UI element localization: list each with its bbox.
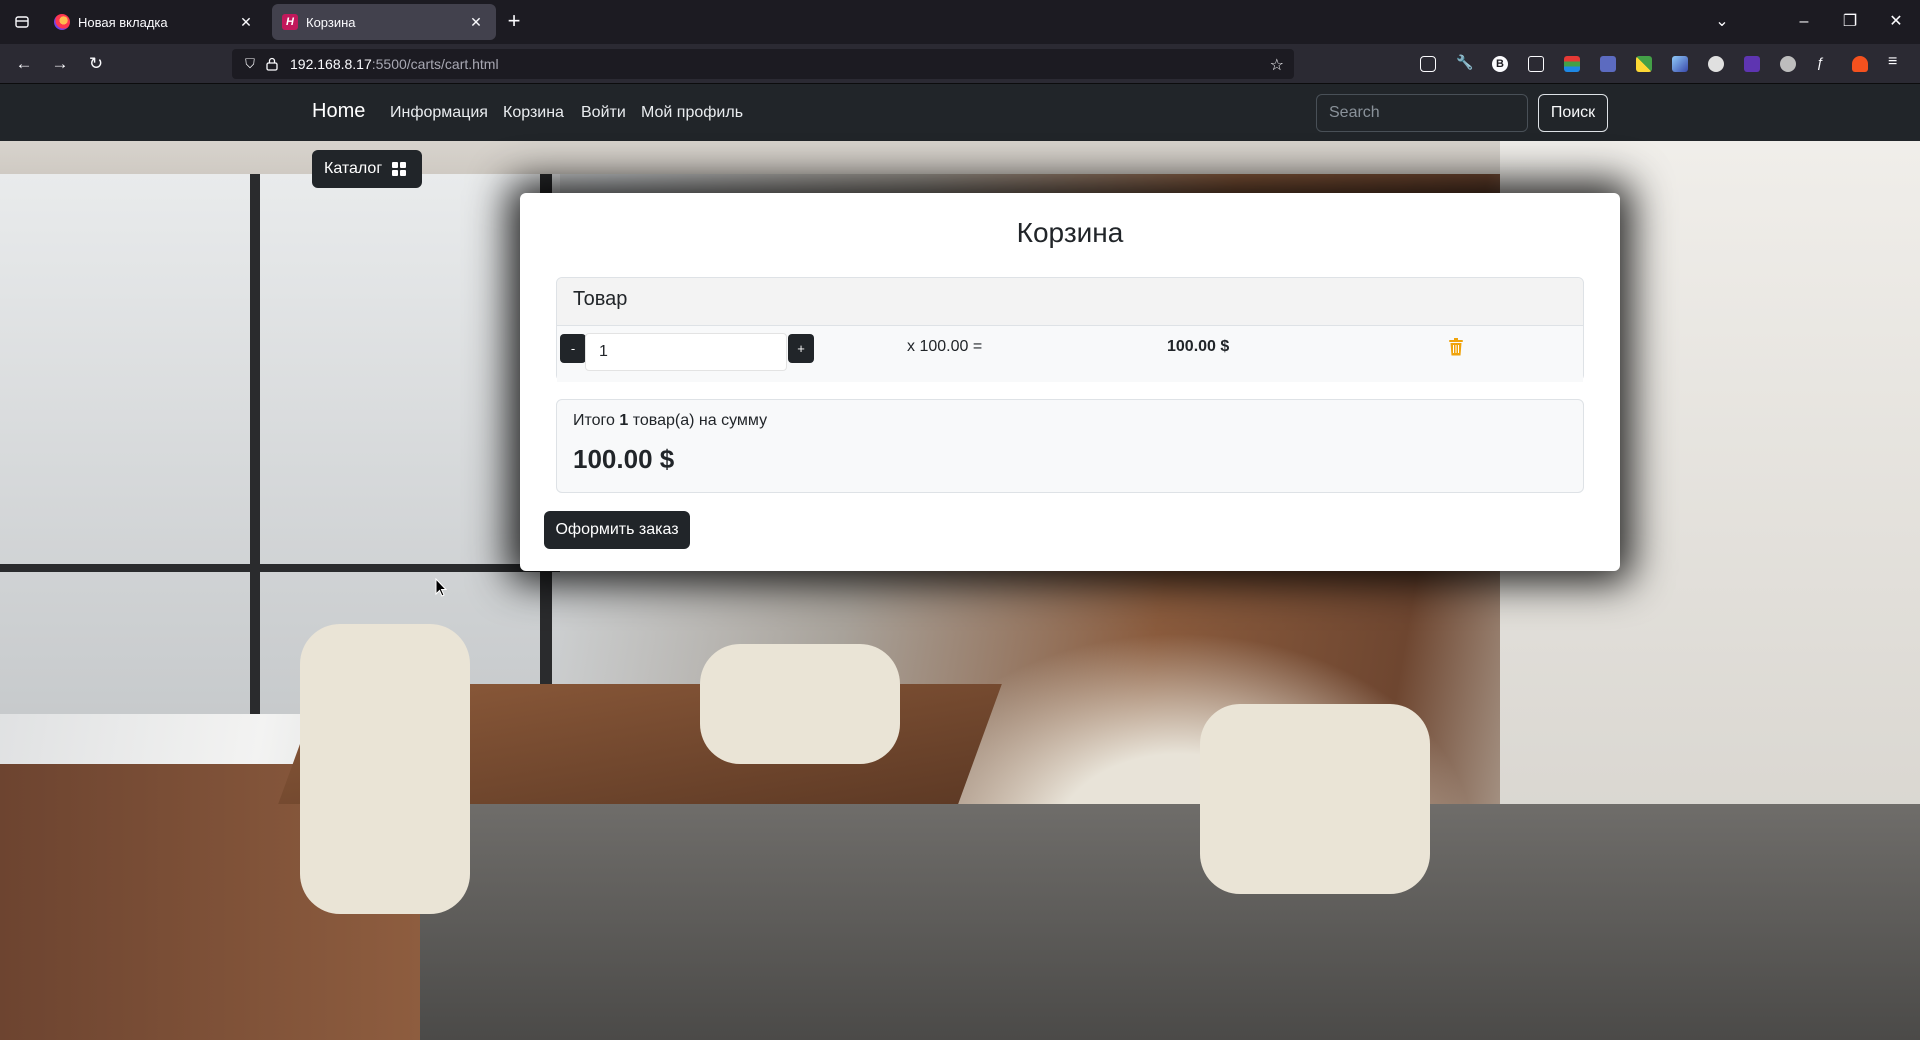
shield-icon[interactable]: ⛉ — [242, 56, 258, 72]
close-window-icon[interactable]: ✕ — [1884, 10, 1908, 34]
nav-link-login[interactable]: Войти — [581, 104, 626, 122]
tab-title: Корзина — [306, 14, 356, 30]
nav-link-cart[interactable]: Корзина — [503, 104, 564, 122]
b-extension-icon[interactable]: B — [1492, 56, 1508, 72]
brand-link[interactable]: Home — [312, 100, 365, 123]
restore-icon[interactable]: ❐ — [1838, 10, 1862, 34]
increase-quantity-button[interactable]: + — [788, 334, 814, 363]
cart-title: Корзина — [1016, 217, 1124, 248]
chevron-down-icon[interactable]: ⌄ — [1710, 10, 1734, 34]
decrease-quantity-button[interactable]: - — [560, 334, 586, 363]
search-input[interactable] — [1316, 94, 1528, 132]
url-text: 192.168.8.17:5500/carts/cart.html — [290, 56, 499, 72]
cross-extension-icon[interactable] — [1636, 56, 1652, 72]
item-sum: 100.00 $ — [1167, 338, 1230, 355]
browser-toolbar: ← → ↻ ⛉ 192.168.8.17:5500/carts/cart.htm… — [0, 44, 1920, 84]
tab-list-icon[interactable] — [8, 8, 36, 36]
nav-link-info[interactable]: Информация — [390, 104, 488, 122]
new-tab-icon[interactable]: + — [502, 10, 526, 34]
function-icon[interactable]: ƒ — [1816, 54, 1832, 70]
pen-extension-icon[interactable] — [1672, 56, 1688, 72]
browser-tab-bar: Новая вкладка ✕ H Корзина ✕ + ⌄ – ❐ ✕ — [0, 0, 1920, 44]
catalog-label: Каталог — [324, 160, 383, 177]
bug-extension-icon[interactable] — [1708, 56, 1724, 72]
item-price: x 100.00 = — [907, 338, 983, 355]
purple-extension-icon[interactable] — [1744, 56, 1760, 72]
cart-item-row: - + x 100.00 = 100.00 $ — [557, 326, 1583, 382]
site-favicon-icon: H — [282, 14, 298, 30]
background-photo — [700, 644, 900, 764]
back-icon[interactable]: ← — [10, 50, 38, 78]
tab-new-tab[interactable]: Новая вкладка ✕ — [44, 4, 266, 40]
nav-link-profile[interactable]: Мой профиль — [641, 104, 743, 122]
total-sum: 100.00 $ — [573, 444, 675, 474]
close-icon[interactable]: ✕ — [236, 12, 256, 32]
total-line: Итого 1 товар(а) на сумму — [573, 412, 768, 429]
close-icon[interactable]: ✕ — [466, 12, 486, 32]
background-photo — [0, 174, 560, 714]
profile-extension-icon[interactable] — [1852, 56, 1868, 72]
grid-icon — [392, 162, 407, 176]
gear-icon[interactable] — [1780, 56, 1796, 72]
tab-cart[interactable]: H Корзина ✕ — [272, 4, 496, 40]
total-count: 1 — [619, 412, 629, 429]
url-bar[interactable]: ⛉ 192.168.8.17:5500/carts/cart.html ☆ — [232, 49, 1294, 79]
reload-icon[interactable]: ↻ — [82, 50, 110, 78]
wrench-icon[interactable]: 🔧 — [1456, 54, 1473, 70]
color-extension-icon[interactable] — [1564, 56, 1580, 72]
tab-title: Новая вкладка — [78, 14, 168, 30]
quantity-input[interactable] — [585, 333, 787, 371]
firefox-icon — [54, 14, 70, 30]
minimize-icon[interactable]: – — [1792, 10, 1816, 34]
mouse-cursor-icon — [435, 578, 448, 597]
site-navbar: Home Информация Корзина Войти Мой профил… — [0, 84, 1920, 141]
cart-total-card: Итого 1 товар(а) на сумму 100.00 $ — [556, 399, 1584, 493]
screen-extension-icon[interactable] — [1600, 56, 1616, 72]
background-photo — [1200, 704, 1430, 894]
page: Home Информация Корзина Войти Мой профил… — [0, 84, 1920, 1040]
items-header: Товар — [557, 278, 1583, 326]
bookmark-star-icon[interactable]: ☆ — [1270, 55, 1284, 75]
catalog-button[interactable]: Каталог — [312, 150, 422, 188]
cart-items-card: Товар - + x 100.00 = 100.00 $ — [556, 277, 1584, 382]
background-photo — [300, 624, 470, 914]
forward-icon[interactable]: → — [46, 50, 74, 78]
search-button[interactable]: Поиск — [1538, 94, 1608, 132]
menu-icon[interactable]: ≡ — [1888, 53, 1904, 70]
extensions-icon[interactable] — [1528, 56, 1544, 72]
pocket-icon[interactable] — [1420, 56, 1436, 72]
trash-icon[interactable] — [1449, 338, 1463, 356]
lock-icon[interactable] — [264, 56, 280, 72]
checkout-button[interactable]: Оформить заказ — [544, 511, 690, 549]
cart-modal: Корзина Товар - + x 100.00 = 100.00 $ Ит… — [520, 193, 1620, 571]
